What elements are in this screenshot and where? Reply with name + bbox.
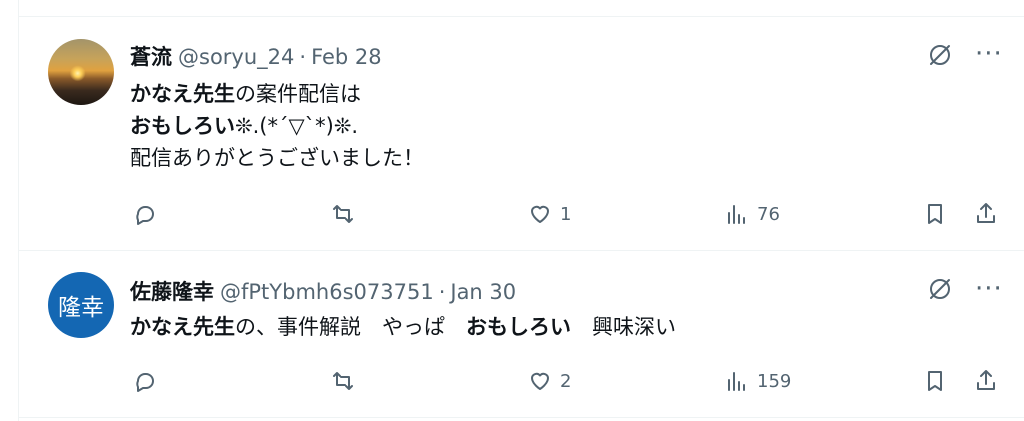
text-line-2: おもしろい❊.(*´▽`*)❊. (130, 110, 424, 142)
text-span: の、事件解説 やっぱ (235, 315, 466, 339)
share-icon (977, 370, 995, 390)
like-button[interactable]: 1 (527, 201, 571, 227)
tweet-header: 蒼流 @soryu_24 · Feb 28 (130, 41, 382, 71)
mention-text: かなえ先生 (130, 82, 235, 106)
bookmark-button[interactable] (922, 201, 948, 227)
heart-icon (531, 372, 549, 390)
bookmark-icon (928, 371, 942, 391)
repost-icon (333, 372, 353, 390)
grok-icon[interactable] (927, 276, 953, 302)
avatar[interactable]: 隆幸 (48, 272, 114, 338)
views-button[interactable]: 76 (724, 201, 780, 227)
bookmark-button[interactable] (922, 368, 948, 394)
mention-text: かなえ先生 (130, 315, 235, 339)
reply-icon (136, 206, 154, 225)
more-icon[interactable]: ··· (975, 276, 1003, 302)
views-icon (728, 205, 745, 224)
like-count: 1 (560, 203, 572, 225)
text-span: 興味深い (571, 315, 676, 339)
text-line-3: 配信ありがとうございました！ (130, 142, 424, 174)
more-icon[interactable]: ··· (975, 41, 1003, 67)
separator: · (438, 280, 446, 304)
tweet-text: かなえ先生の案件配信は おもしろい❊.(*´▽`*)❊. 配信ありがとうございま… (130, 78, 424, 174)
share-button[interactable] (973, 368, 999, 394)
author-handle[interactable]: @soryu_24 (178, 45, 294, 69)
view-count: 76 (757, 203, 780, 225)
repost-button[interactable] (330, 201, 356, 227)
text-span: の案件配信は (235, 82, 361, 106)
author-handle[interactable]: @fPtYbmh6s073751 (220, 280, 434, 304)
repost-button[interactable] (330, 368, 356, 394)
author-name[interactable]: 佐藤隆幸 (130, 276, 214, 306)
bookmark-icon (928, 204, 942, 224)
reply-button[interactable] (132, 368, 158, 394)
like-button[interactable]: 2 (527, 368, 571, 394)
tweet-date[interactable]: Jan 30 (450, 280, 516, 304)
bottom-divider (18, 417, 1024, 418)
like-count: 2 (560, 370, 572, 392)
author-name[interactable]: 蒼流 (130, 41, 172, 71)
share-icon (977, 203, 995, 223)
avatar[interactable] (48, 39, 114, 105)
share-button[interactable] (973, 201, 999, 227)
reply-icon (136, 373, 154, 392)
views-button[interactable]: 159 (724, 368, 791, 394)
tweet-header: 佐藤隆幸 @fPtYbmh6s073751 · Jan 30 (130, 276, 516, 306)
text-line-1: かなえ先生の案件配信は (130, 78, 424, 110)
tweet-date[interactable]: Feb 28 (311, 45, 382, 69)
views-icon (728, 372, 745, 391)
tweet-divider (18, 250, 1024, 251)
view-count: 159 (757, 370, 792, 392)
reply-button[interactable] (132, 201, 158, 227)
repost-icon (333, 205, 353, 223)
emphasis-text: おもしろい (130, 114, 235, 138)
grok-icon[interactable] (927, 42, 953, 68)
text-line-1: かなえ先生の、事件解説 やっぱ おもしろい 興味深い (130, 311, 676, 343)
emphasis-text: おもしろい (466, 315, 571, 339)
tweet-text: かなえ先生の、事件解説 やっぱ おもしろい 興味深い (130, 311, 676, 343)
emoticon-text: ❊.(*´▽`*)❊. (235, 114, 359, 138)
top-divider (18, 16, 1024, 17)
text-span: 配信ありがとうございました！ (130, 146, 424, 170)
separator: · (299, 45, 307, 69)
heart-icon (531, 205, 549, 223)
